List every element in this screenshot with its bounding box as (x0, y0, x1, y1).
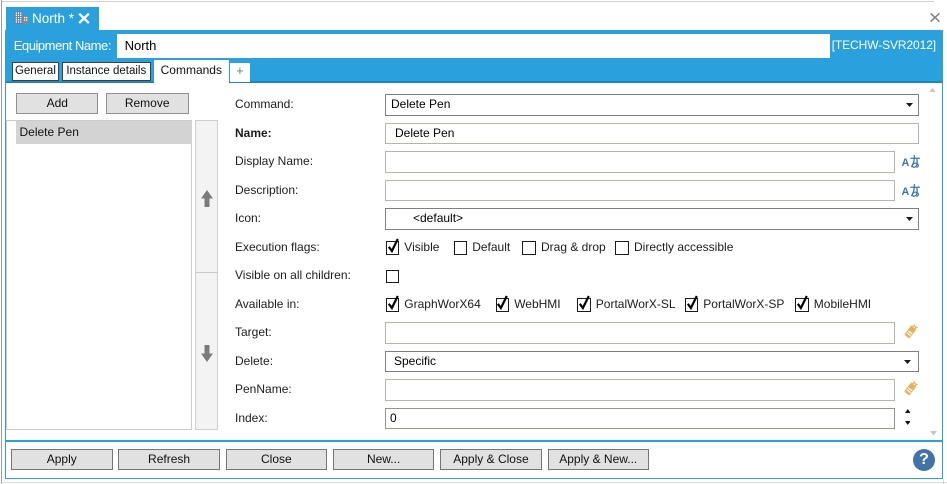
svg-text:A: A (902, 157, 910, 169)
svg-text:A: A (902, 185, 910, 197)
